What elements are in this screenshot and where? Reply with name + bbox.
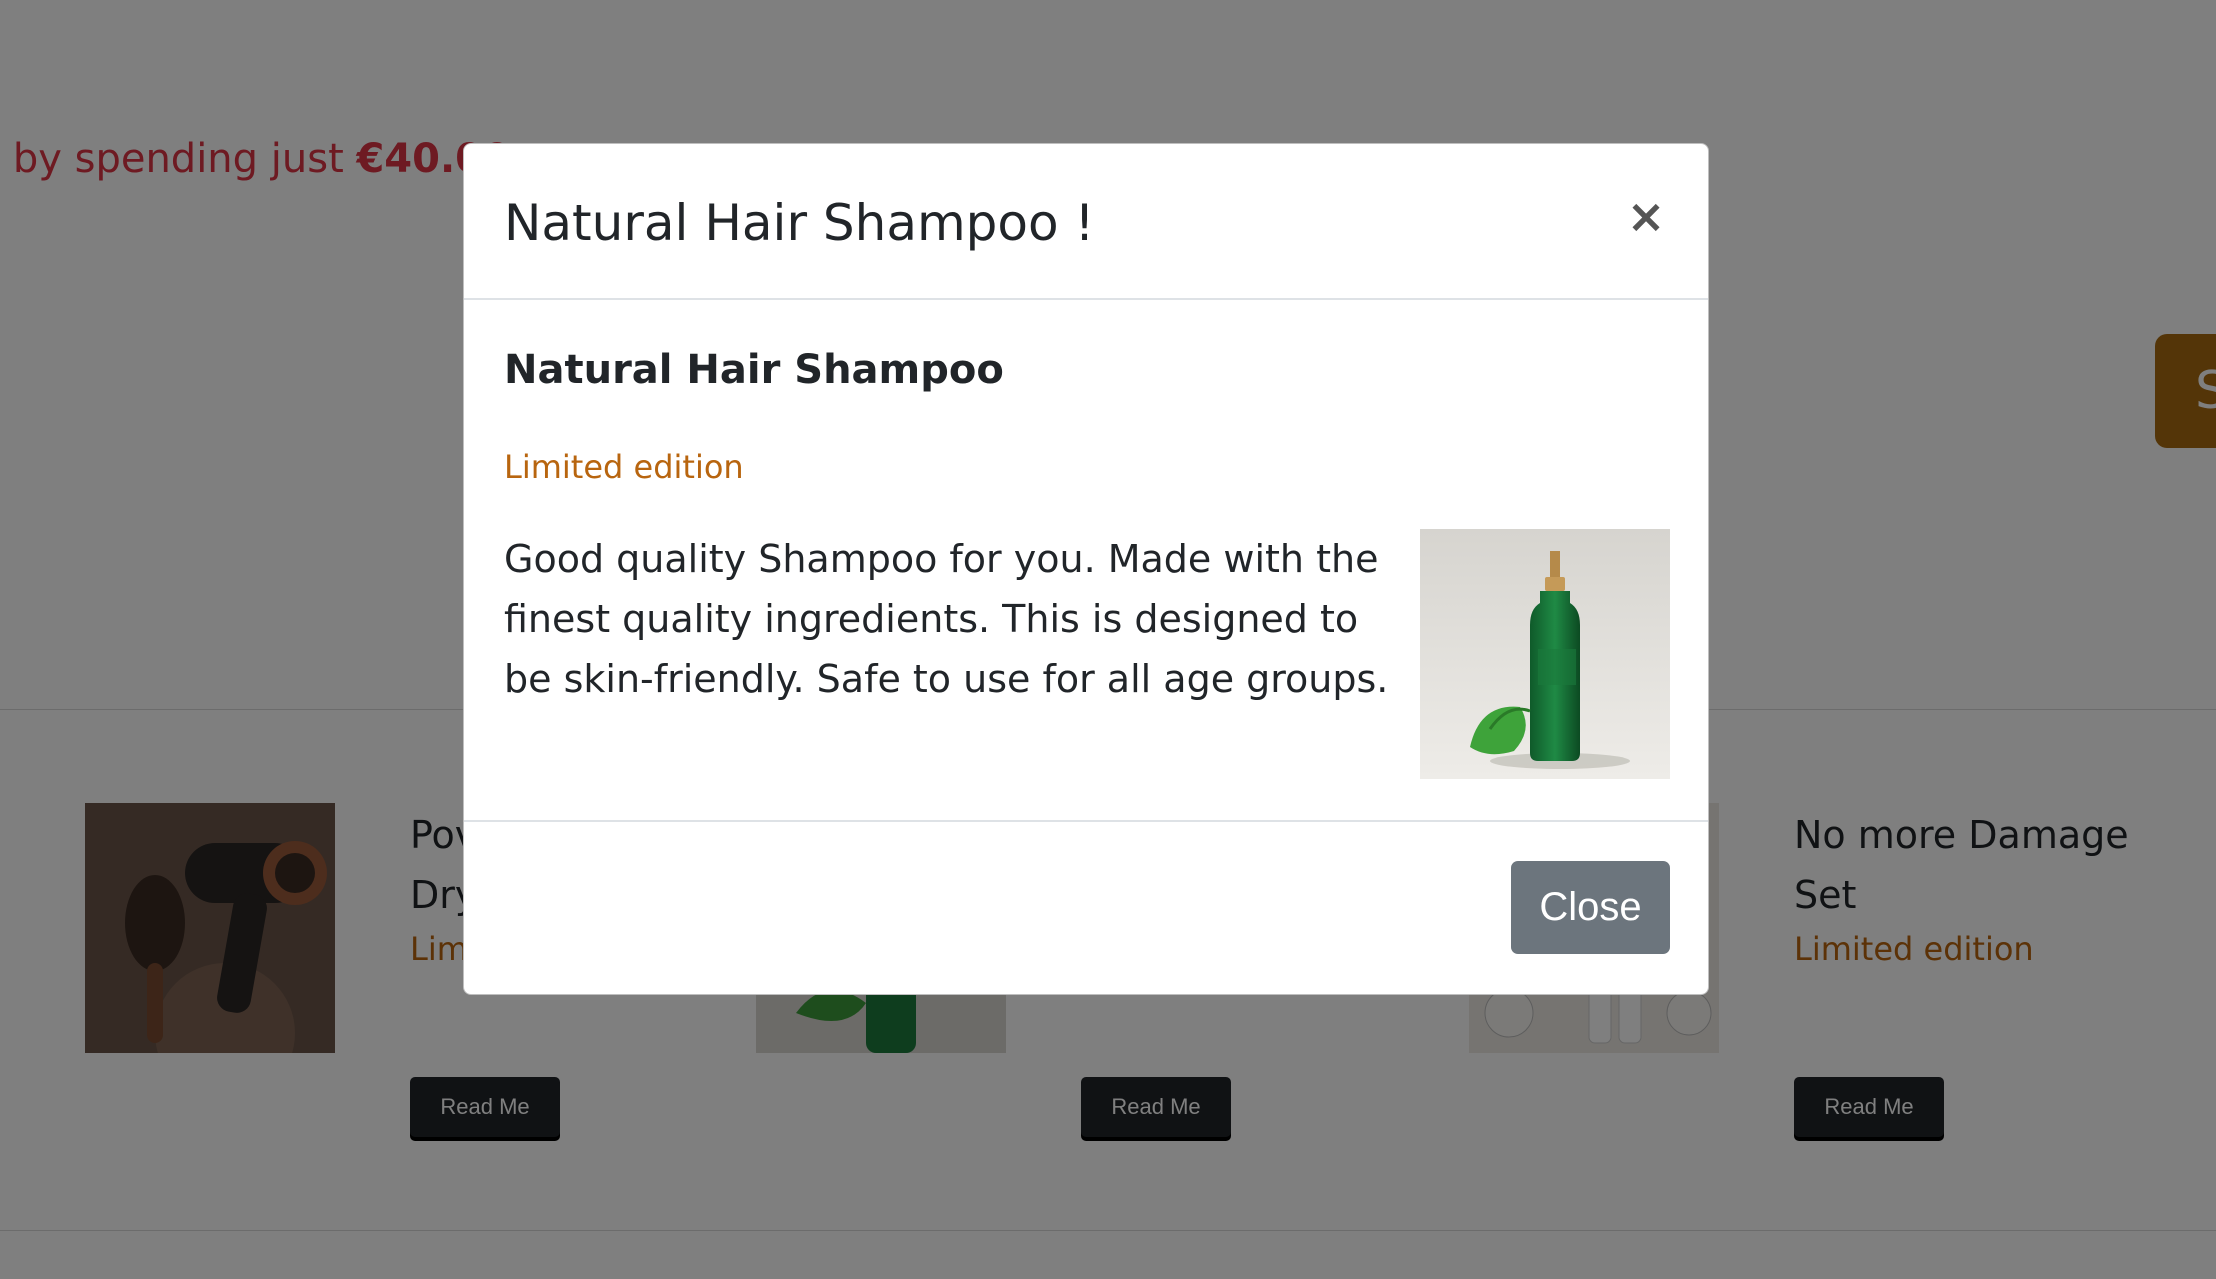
product-name: Natural Hair Shampoo <box>504 347 1004 393</box>
close-icon[interactable]: × <box>1626 193 1666 239</box>
close-button[interactable]: Close <box>1511 861 1670 954</box>
product-modal: Natural Hair Shampoo ! × Natural Hair Sh… <box>463 143 1709 995</box>
product-description: Good quality Shampoo for you. Made with … <box>504 537 1389 701</box>
modal-title: Natural Hair Shampoo ! <box>504 194 1095 252</box>
modal-header: Natural Hair Shampoo ! × <box>464 144 1708 300</box>
modal-footer-divider <box>464 820 1708 822</box>
shampoo-bottle-image <box>1420 529 1670 779</box>
limited-edition-tag: Limited edition <box>504 448 744 486</box>
